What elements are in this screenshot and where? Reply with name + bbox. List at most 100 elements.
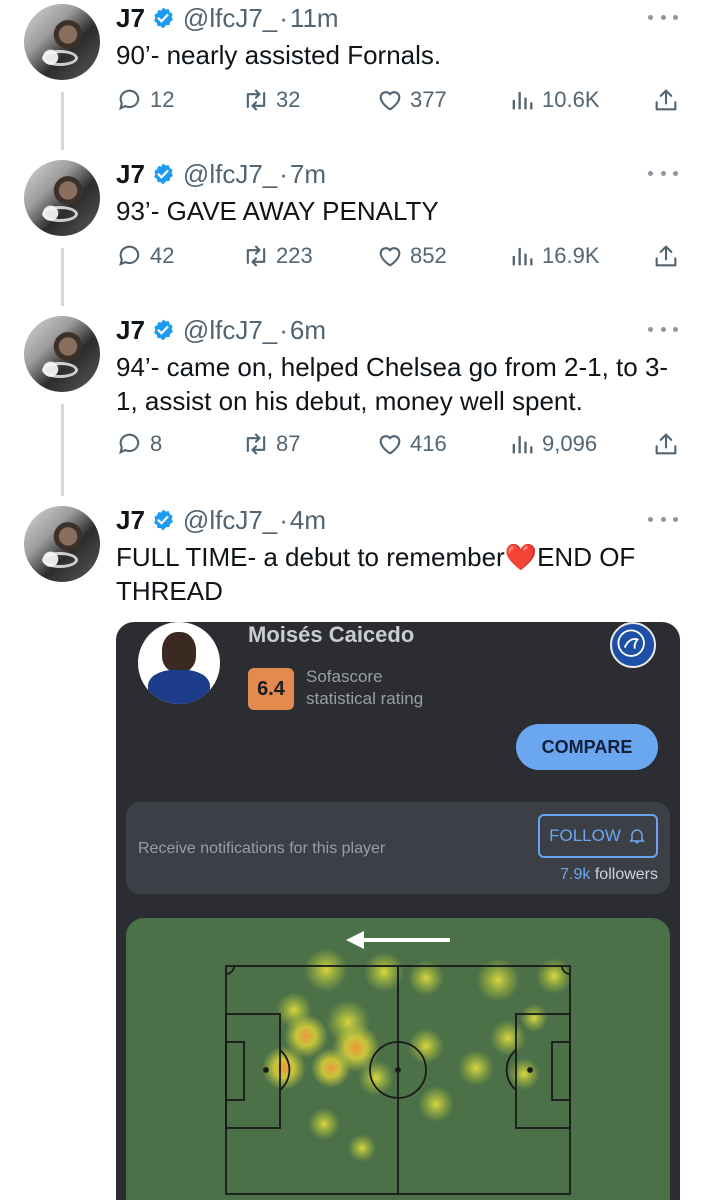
player-photo [138, 622, 220, 704]
more-options-icon[interactable] [648, 168, 678, 178]
tweet-header: J7 @lfcJ7_ · 6m [116, 314, 326, 346]
avatar[interactable] [24, 506, 100, 582]
attack-direction-arrow-icon [346, 931, 450, 949]
share-icon [655, 433, 677, 455]
followers-number: 7.9k [560, 866, 591, 883]
tweet-text: FULL TIME- a debut to remember❤️END OF T… [116, 540, 656, 608]
avatar[interactable] [24, 160, 100, 236]
verified-badge-icon [154, 7, 173, 29]
timestamp[interactable]: 6m [290, 314, 326, 346]
reply-count: 8 [150, 431, 163, 456]
retweet-button[interactable]: 223 [242, 242, 313, 270]
avatar[interactable] [24, 316, 100, 392]
more-options-icon[interactable] [648, 12, 678, 22]
display-name[interactable]: J7 [116, 504, 145, 536]
rating-label-line: Sofascore [306, 667, 383, 686]
verified-badge-icon [154, 319, 173, 341]
tweet-text: 94’- came on, helped Chelsea go from 2-1… [116, 352, 669, 416]
like-button[interactable]: 416 [376, 430, 447, 458]
retweet-count: 32 [276, 87, 301, 112]
followers-count: 7.9k followers [560, 866, 658, 884]
reply-button[interactable]: 42 [116, 242, 174, 270]
like-button[interactable]: 377 [376, 86, 447, 114]
timestamp[interactable]: 4m [290, 504, 326, 536]
attached-media-card[interactable]: Moisés Caicedo 6.4 Sofascore statistical… [116, 622, 680, 1200]
handle[interactable]: @lfcJ7_ [183, 158, 277, 190]
reply-button[interactable]: 12 [116, 86, 174, 114]
views-count: 9,096 [542, 431, 598, 456]
separator: · [279, 505, 288, 535]
views-chart-icon [512, 91, 533, 110]
like-count: 852 [410, 243, 447, 268]
display-name[interactable]: J7 [116, 314, 145, 346]
share-icon [655, 89, 677, 111]
share-button[interactable] [652, 86, 686, 114]
like-count: 416 [410, 431, 447, 456]
tweet-actions: 42 223 852 16.9K [116, 242, 686, 274]
views-button[interactable]: 9,096 [508, 430, 597, 458]
follow-button[interactable]: FOLLOW [538, 814, 658, 858]
like-button[interactable]: 852 [376, 242, 447, 270]
views-count: 16.9K [542, 243, 600, 268]
bell-icon [629, 829, 645, 844]
handle[interactable]: @lfcJ7_ [183, 314, 277, 346]
views-button[interactable]: 10.6K [508, 86, 600, 114]
tweet-header: J7 @lfcJ7_ · 11m [116, 2, 339, 34]
retweet-count: 223 [276, 243, 313, 268]
retweet-count: 87 [276, 431, 301, 456]
verified-badge-icon [154, 163, 173, 185]
rating-badge: 6.4 [248, 668, 294, 710]
player-name: Moisés Caicedo [248, 622, 415, 647]
tweet[interactable]: J7 @lfcJ7_ · 7m 93’- GAVE AWAY PENALTY 4… [0, 156, 702, 306]
reply-icon [119, 89, 140, 111]
tweet-header: J7 @lfcJ7_ · 4m [116, 504, 326, 536]
tweet-actions: 12 32 377 10.6K [116, 86, 686, 118]
views-chart-icon [512, 247, 533, 266]
heat-blobs [262, 948, 572, 1162]
reply-icon [119, 245, 140, 267]
chelsea-crest-icon [610, 622, 656, 668]
more-options-icon[interactable] [648, 324, 678, 334]
retweet-button[interactable]: 32 [242, 86, 300, 114]
tweet[interactable]: J7 @lfcJ7_ · 11m 90’- nearly assisted Fo… [0, 0, 702, 150]
followers-label: followers [594, 866, 658, 883]
separator: · [279, 315, 288, 345]
display-name[interactable]: J7 [116, 158, 145, 190]
tweet-text-part: FULL TIME- a debut to remember [116, 542, 505, 572]
separator: · [279, 159, 288, 189]
handle[interactable]: @lfcJ7_ [183, 504, 277, 536]
share-button[interactable] [652, 430, 686, 458]
timestamp[interactable]: 11m [290, 2, 339, 34]
retweet-icon [246, 89, 266, 111]
heart-icon [379, 91, 401, 111]
heart-emoji: ❤️ [504, 542, 538, 572]
verified-badge-icon [154, 509, 173, 531]
timestamp[interactable]: 7m [290, 158, 326, 190]
follow-label: FOLLOW [549, 826, 621, 845]
heatmap-pitch [126, 918, 670, 1200]
notification-panel: Receive notifications for this player FO… [126, 802, 670, 894]
views-button[interactable]: 16.9K [508, 242, 600, 270]
avatar[interactable] [24, 4, 100, 80]
views-chart-icon [512, 435, 533, 454]
heart-icon [379, 435, 401, 455]
tweet-text: 93’- GAVE AWAY PENALTY [116, 196, 439, 226]
more-options-icon[interactable] [648, 514, 678, 524]
display-name[interactable]: J7 [116, 2, 145, 34]
reply-button[interactable]: 8 [116, 430, 162, 458]
reply-count: 42 [150, 243, 175, 268]
compare-button[interactable]: COMPARE [516, 724, 658, 770]
share-icon [655, 245, 677, 267]
handle[interactable]: @lfcJ7_ [183, 2, 277, 34]
retweet-icon [246, 245, 266, 267]
share-button[interactable] [652, 242, 686, 270]
rating-label-line: statistical rating [306, 689, 424, 708]
views-count: 10.6K [542, 87, 600, 112]
retweet-button[interactable]: 87 [242, 430, 300, 458]
tweet-text: 90’- nearly assisted Fornals. [116, 40, 442, 70]
heart-icon [379, 247, 401, 267]
notification-text: Receive notifications for this player [138, 840, 386, 857]
tweet[interactable]: J7 @lfcJ7_ · 6m 94’- came on, helped Che… [0, 312, 702, 496]
tweet-header: J7 @lfcJ7_ · 7m [116, 158, 326, 190]
reply-icon [119, 433, 140, 455]
